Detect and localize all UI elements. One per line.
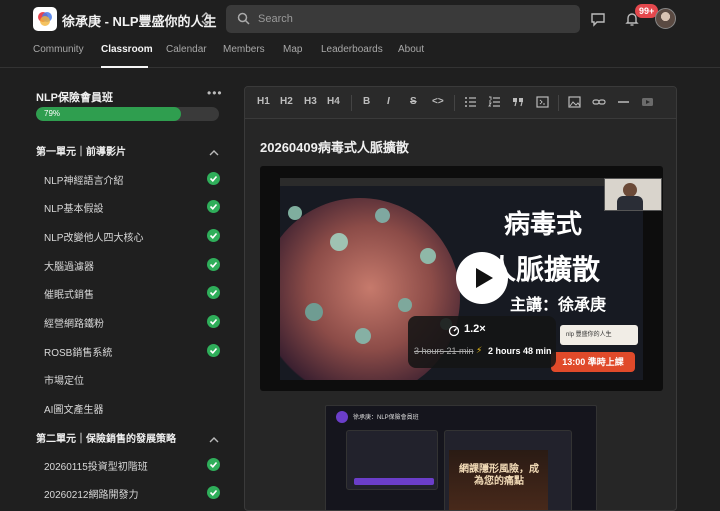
- virus-spike: [375, 208, 390, 223]
- course-title: NLP保險會員班: [36, 92, 113, 104]
- heading4-button[interactable]: H4: [327, 96, 340, 107]
- tab-community[interactable]: Community: [33, 44, 84, 55]
- slide-tag: nlp 豐盛你的人生: [560, 325, 638, 345]
- virus-spike: [330, 233, 348, 251]
- tab-leaderboards[interactable]: Leaderboards: [321, 44, 383, 55]
- tab-calendar[interactable]: Calendar: [166, 44, 207, 55]
- heading2-button[interactable]: H2: [280, 96, 293, 107]
- search-bar[interactable]: [226, 5, 580, 33]
- speed-icon: [448, 324, 460, 342]
- more-icon[interactable]: •••: [207, 86, 223, 100]
- video-embed-icon[interactable]: [641, 96, 654, 111]
- chevron-up-icon[interactable]: [209, 144, 219, 162]
- check-icon: [207, 172, 220, 185]
- progress-label: 79%: [44, 109, 61, 118]
- new-duration: 2 hours 48 min: [488, 346, 552, 356]
- course-sidebar: NLP保險會員班 ••• 79% 第一單元｜前導影片 NLP神經語言介紹 NLP…: [0, 68, 232, 511]
- check-icon: [207, 458, 220, 471]
- virus-spike: [420, 248, 436, 264]
- tab-map[interactable]: Map: [283, 44, 302, 55]
- playback-speed-popup[interactable]: 1.2× 3 hours 21 min ⚡ 2 hours 48 min: [408, 316, 556, 368]
- lesson-item[interactable]: 20260212網路開發力: [44, 486, 139, 501]
- nav-tabs: Community Classroom Calendar Members Map…: [0, 38, 720, 68]
- check-icon: [207, 200, 220, 213]
- virus-spike: [288, 206, 302, 220]
- lesson-item[interactable]: 市場定位: [44, 372, 84, 387]
- search-input[interactable]: [258, 5, 568, 33]
- post-title[interactable]: 20260409病毒式人脈擴散: [260, 137, 409, 156]
- tab-classroom[interactable]: Classroom: [101, 44, 153, 55]
- thumb-promo: 網課隱形風險，成為您的痛點: [449, 450, 548, 510]
- presenter-head: [623, 183, 637, 197]
- slide-time-tag: 13:00 準時上課: [551, 352, 635, 372]
- webcam-overlay: [604, 178, 662, 211]
- toolbar-divider: [558, 95, 559, 111]
- thumb-logo-icon: [336, 411, 348, 423]
- editor-toolbar: H1 H2 H3 H4 B I S <>: [245, 87, 676, 119]
- module-title[interactable]: 第二單元｜保險銷售的發展策略: [36, 430, 176, 445]
- presenter-body: [617, 196, 643, 210]
- lesson-item[interactable]: 催眠式銷售: [44, 286, 94, 301]
- chat-icon[interactable]: [590, 11, 606, 32]
- lesson-item[interactable]: 20260115投資型初階班: [44, 458, 148, 473]
- lightning-icon: ⚡: [476, 345, 483, 355]
- lesson-item[interactable]: ROSB銷售系統: [44, 344, 112, 359]
- slide-speaker: 主講：徐承庚: [510, 297, 607, 314]
- tab-about[interactable]: About: [398, 44, 424, 55]
- toolbar-divider: [351, 95, 352, 111]
- lesson-item[interactable]: AI圖文產生器: [44, 401, 103, 416]
- heading3-button[interactable]: H3: [304, 96, 317, 107]
- check-icon: [207, 315, 220, 328]
- top-bar: 徐承庚 - NLP豐盛你的人生 99+: [0, 0, 720, 38]
- playback-rate: 1.2×: [464, 323, 486, 335]
- lesson-item[interactable]: 大腦過濾器: [44, 258, 94, 273]
- video-frame: 病毒式 人脈擴散 主講：徐承庚 nlp 豐盛你的人生 13:00 準時上課 1.…: [280, 178, 643, 380]
- strikethrough-button[interactable]: S: [410, 96, 417, 107]
- lesson-item[interactable]: 經營網路鐵粉: [44, 315, 104, 330]
- search-icon: [237, 12, 250, 30]
- group-name[interactable]: 徐承庚 - NLP豐盛你的人生: [62, 11, 217, 30]
- lesson-editor: H1 H2 H3 H4 B I S <> 20260409病毒式人脈擴散 病毒式…: [244, 86, 677, 511]
- video-player[interactable]: 病毒式 人脈擴散 主講：徐承庚 nlp 豐盛你的人生 13:00 準時上課 1.…: [260, 166, 663, 391]
- check-icon: [207, 344, 220, 357]
- check-icon: [207, 258, 220, 271]
- course-progress-bar: 79%: [36, 107, 219, 121]
- original-duration: 3 hours 21 min: [414, 346, 474, 356]
- check-icon: [207, 286, 220, 299]
- divider-icon[interactable]: [617, 96, 630, 111]
- tab-members[interactable]: Members: [223, 44, 265, 55]
- play-button[interactable]: [456, 252, 508, 304]
- link-icon[interactable]: [592, 96, 606, 111]
- check-icon: [207, 486, 220, 499]
- code-button[interactable]: <>: [432, 96, 444, 107]
- window-titlebar: [280, 178, 643, 186]
- virus-spike: [305, 303, 323, 321]
- lesson-item[interactable]: NLP基本假設: [44, 200, 103, 215]
- virus-spike: [355, 328, 371, 344]
- virus-spike: [398, 298, 412, 312]
- lesson-item[interactable]: NLP神經語言介紹: [44, 172, 123, 187]
- check-icon: [207, 229, 220, 242]
- quote-icon[interactable]: [512, 96, 525, 111]
- chevron-up-icon[interactable]: [209, 431, 219, 449]
- thumb-promo-text: 網課隱形風險，成為您的痛點: [459, 464, 539, 487]
- switcher-icon[interactable]: [199, 11, 213, 27]
- image-icon[interactable]: [568, 96, 581, 111]
- italic-button[interactable]: I: [387, 96, 390, 107]
- heading1-button[interactable]: H1: [257, 96, 270, 107]
- avatar[interactable]: [655, 8, 676, 29]
- module-title[interactable]: 第一單元｜前導影片: [36, 143, 126, 158]
- bullet-list-icon[interactable]: [464, 96, 477, 111]
- embedded-screenshot[interactable]: 徐承庚：NLP保險會員班 網課隱形風險，成為您的痛點: [325, 405, 597, 510]
- slide-title-line1: 病毒式: [504, 209, 583, 239]
- numbered-list-icon[interactable]: [488, 96, 501, 111]
- thumb-button: [354, 478, 434, 485]
- lesson-item[interactable]: NLP改變他人四大核心: [44, 229, 143, 244]
- bold-button[interactable]: B: [363, 96, 370, 107]
- logo-icon[interactable]: [33, 7, 57, 31]
- toolbar-divider: [454, 95, 455, 111]
- thumb-header: 徐承庚：NLP保險會員班: [353, 415, 419, 421]
- code-block-icon[interactable]: [536, 96, 549, 111]
